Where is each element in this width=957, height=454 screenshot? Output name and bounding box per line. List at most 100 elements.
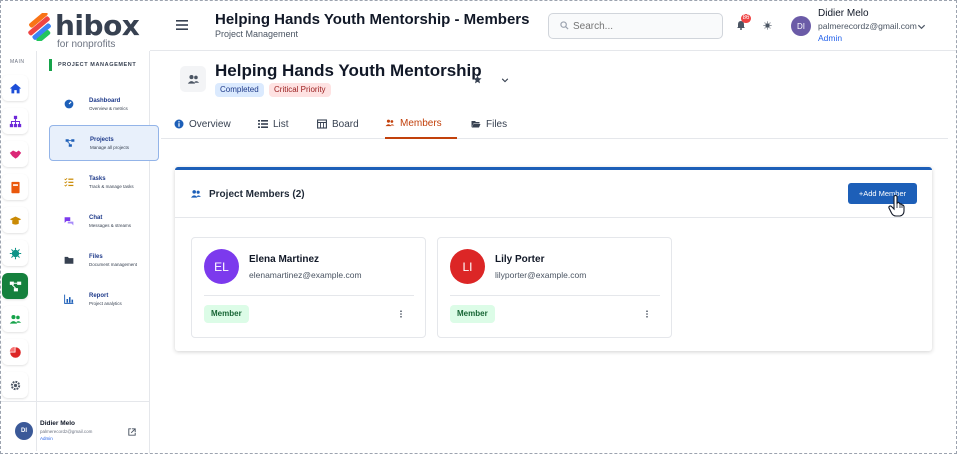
tab-members[interactable]: Members <box>385 109 457 139</box>
member-email: elenamartinez@example.com <box>249 270 362 280</box>
rail-section-label: MAIN <box>10 59 25 65</box>
star-icon[interactable] <box>473 75 482 84</box>
chevron-down-icon[interactable] <box>501 76 509 84</box>
tab-list[interactable]: List <box>258 109 289 139</box>
folder-open-icon <box>471 121 481 128</box>
users-icon <box>9 314 21 324</box>
avatar[interactable]: DI <box>791 16 811 36</box>
member-name: Lily Porter <box>495 254 545 265</box>
brand-tagline: for nonprofits <box>57 39 116 50</box>
user-name: Didier Melo <box>818 8 869 19</box>
tab-overview[interactable]: Overview <box>174 109 231 139</box>
nav-item-report[interactable]: Report Project analytics <box>49 281 159 317</box>
divider <box>450 295 660 296</box>
chart-icon <box>61 291 77 307</box>
chat-icon <box>61 213 77 229</box>
nav-item-desc: Messages & streams <box>89 222 132 228</box>
nav-item-tasks[interactable]: Tasks Track & manage tasks <box>49 164 159 200</box>
sitemap-icon <box>9 115 21 127</box>
nav-item-chat[interactable]: Chat Messages & streams <box>49 203 159 239</box>
project-diagram-icon <box>62 135 78 151</box>
nav-item-label: Dashboard <box>89 97 121 104</box>
member-card: EL Elena Martinez elenamartinez@example.… <box>191 237 426 338</box>
search-input[interactable] <box>549 14 722 38</box>
top-header: Helping Hands Youth Mentorship - Members… <box>150 1 956 51</box>
brand-name: hibox <box>55 9 140 42</box>
rail-org-button[interactable] <box>2 108 28 134</box>
more-options-icon[interactable] <box>643 310 651 318</box>
rail-home-button[interactable] <box>2 75 28 101</box>
user-email: palmerecordz@gmail.com <box>40 429 93 434</box>
nav-item-dashboard[interactable]: Dashboard Overview & metrics <box>49 86 159 122</box>
virus-icon <box>9 247 21 259</box>
avatar: LI <box>450 249 485 284</box>
nav-item-label: Projects <box>90 136 114 143</box>
hand-pointer-icon <box>888 195 905 217</box>
notification-count-badge: 86 <box>741 14 751 23</box>
nav-item-files[interactable]: Files Document management <box>49 242 159 278</box>
members-card-header: Project Members (2) +Add Member <box>175 170 932 218</box>
members-card: Project Members (2) +Add Member EL Elena… <box>175 167 932 351</box>
brand-logo[interactable]: hibox for nonprofits <box>25 9 155 50</box>
nav-item-label: Chat <box>89 214 103 221</box>
role-badge: Member <box>450 305 495 323</box>
tab-label: Board <box>332 118 359 130</box>
rail-health-button[interactable] <box>2 240 28 266</box>
user-name: Didier Melo <box>40 420 76 427</box>
nav-item-label: Files <box>89 253 103 260</box>
info-icon <box>174 119 184 129</box>
member-name: Elena Martinez <box>249 254 320 265</box>
avatar: EL <box>204 249 239 284</box>
rail-partners-button[interactable] <box>2 141 28 167</box>
more-options-icon[interactable] <box>397 310 405 318</box>
nav-item-desc: Document management <box>89 261 138 267</box>
app-window: hibox for nonprofits MAIN PROJECT MANAGE… <box>0 0 957 454</box>
tab-files[interactable]: Files <box>471 109 507 139</box>
board-icon <box>317 119 327 129</box>
sidebar-user-card[interactable]: DI Didier Melo palmerecordz@gmail.com Ad… <box>1 401 150 453</box>
rail-settings-button[interactable] <box>2 372 28 398</box>
users-icon <box>187 74 199 84</box>
home-icon <box>9 83 21 93</box>
project-management-panel: PROJECT MANAGEMENT Dashboard Overview & m… <box>39 51 159 453</box>
list-icon <box>258 120 268 128</box>
nav-item-desc: Project analytics <box>89 300 122 306</box>
user-role: Admin <box>818 33 843 43</box>
nav-item-desc: Overview & metrics <box>89 105 128 111</box>
project-title: Helping Hands Youth Mentorship <box>215 61 482 80</box>
nav-item-desc: Track & manage tasks <box>89 183 134 189</box>
panel-heading: PROJECT MANAGEMENT <box>49 59 136 71</box>
tab-board[interactable]: Board <box>317 109 359 139</box>
handshake-icon <box>9 149 21 159</box>
page-title: Helping Hands Youth Mentorship - Members <box>215 11 530 28</box>
gauge-icon <box>61 96 77 112</box>
users-icon <box>191 190 201 198</box>
member-email: lilyporter@example.com <box>495 270 587 280</box>
users-icon <box>385 119 395 127</box>
rail-education-button[interactable] <box>2 207 28 233</box>
tab-label: Overview <box>189 118 231 130</box>
rail-library-button[interactable] <box>2 174 28 200</box>
nav-item-desc: Manage all projects <box>90 144 130 150</box>
project-diagram-icon <box>9 281 21 291</box>
project-icon <box>180 66 206 92</box>
rail-projects-button[interactable] <box>2 273 28 299</box>
page-subtitle: Project Management <box>215 29 299 39</box>
theme-toggle-icon[interactable] <box>763 21 772 30</box>
members-section-title: Project Members (2) <box>209 189 305 200</box>
avatar: DI <box>15 422 33 440</box>
rail-people-button[interactable] <box>2 306 28 332</box>
nav-item-projects[interactable]: Projects Manage all projects <box>49 125 159 161</box>
hamburger-menu-icon[interactable] <box>176 19 188 31</box>
external-link-icon[interactable] <box>128 428 136 436</box>
rail-analytics-button[interactable] <box>2 339 28 365</box>
priority-badge: Critical Priority <box>269 83 331 97</box>
chevron-down-icon[interactable] <box>917 22 926 31</box>
member-card: LI Lily Porter lilyporter@example.com Me… <box>437 237 672 338</box>
tab-label: Files <box>486 118 508 130</box>
tab-label: Members <box>400 117 442 129</box>
nav-item-label: Report <box>89 292 109 299</box>
add-member-button[interactable]: +Add Member <box>848 183 917 204</box>
project-tabs: Overview List Board Members Files <box>161 109 948 139</box>
user-email: palmerecordz@gmail.com <box>818 21 917 31</box>
